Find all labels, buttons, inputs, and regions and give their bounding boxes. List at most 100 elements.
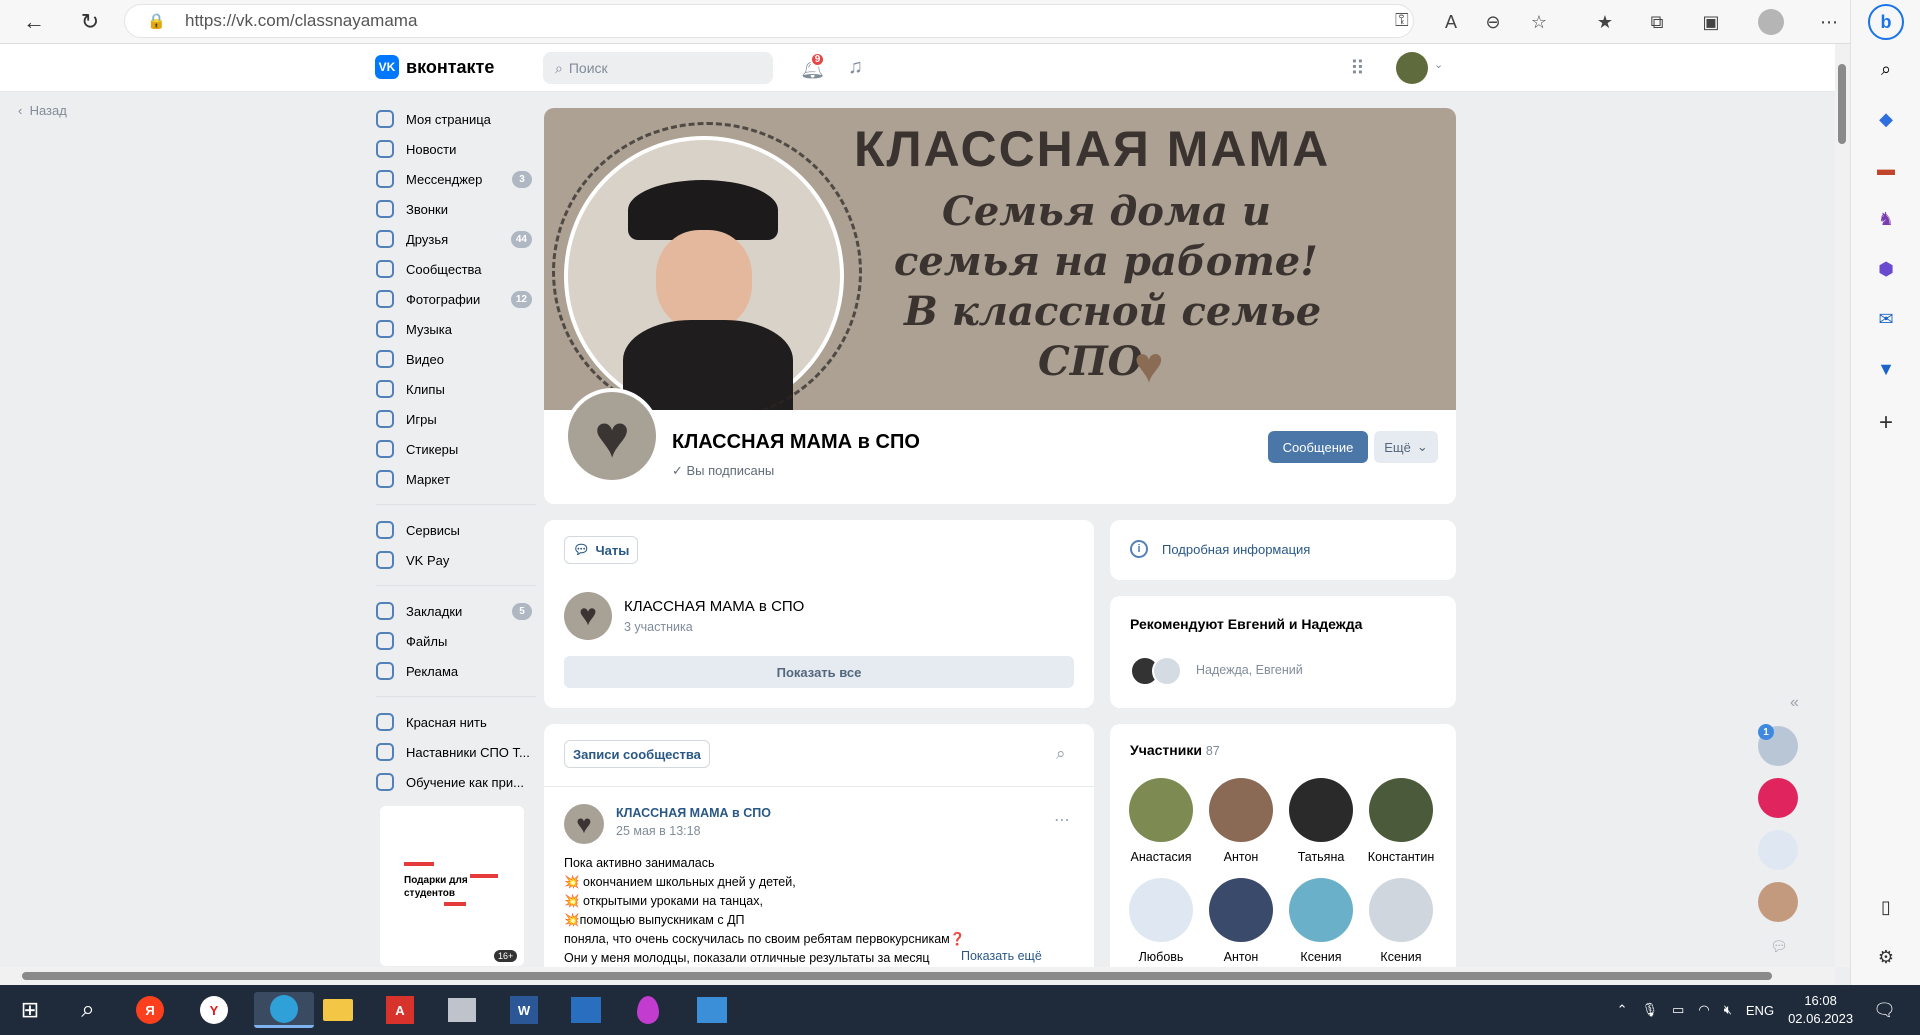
- subscribed-status[interactable]: ✓ Вы подписаны: [672, 463, 774, 479]
- language-indicator[interactable]: ENG: [1746, 1003, 1774, 1018]
- outlook-icon[interactable]: ✉: [1871, 304, 1901, 334]
- vertical-scrollbar[interactable]: [1835, 44, 1850, 967]
- member-item[interactable]: Анастасия: [1126, 778, 1196, 864]
- wifi-icon[interactable]: ◠: [1698, 1002, 1709, 1018]
- file-explorer-icon[interactable]: [323, 999, 353, 1021]
- menu-item[interactable]: Новости: [376, 134, 536, 164]
- microphone-icon[interactable]: 🎙︎: [1642, 1002, 1659, 1018]
- collapse-icon[interactable]: «: [1790, 694, 1799, 712]
- office-icon[interactable]: ⬢: [1871, 254, 1901, 284]
- settings-icon[interactable]: ⚙: [1871, 942, 1901, 972]
- back-link[interactable]: ‹ Назад: [18, 103, 67, 118]
- notifications-icon[interactable]: 🗨︎: [1873, 1000, 1896, 1021]
- search-icon[interactable]: ⌕: [1056, 744, 1066, 764]
- member-item[interactable]: Антон: [1206, 878, 1276, 964]
- menu-item[interactable]: Видео: [376, 344, 536, 374]
- word-icon[interactable]: W: [510, 996, 538, 1024]
- menu-item[interactable]: Обучение как при...: [376, 767, 536, 797]
- contact-avatar[interactable]: [1758, 778, 1798, 818]
- info-card[interactable]: i Подробная информация: [1110, 520, 1456, 580]
- member-item[interactable]: Константин: [1366, 778, 1436, 864]
- ad-banner[interactable]: Подарки для студентов 16+: [380, 806, 524, 966]
- user-avatar[interactable]: [1396, 52, 1428, 84]
- community-avatar[interactable]: ♥: [564, 388, 660, 484]
- menu-item[interactable]: Маркет: [376, 464, 536, 494]
- collections-icon[interactable]: ⧉: [1642, 7, 1672, 37]
- vk-logo[interactable]: VK вконтакте: [375, 55, 494, 79]
- chat-avatar[interactable]: ♥: [564, 592, 612, 640]
- battery-icon[interactable]: ▭: [1672, 1002, 1684, 1018]
- zoom-icon[interactable]: ⊖: [1478, 7, 1508, 37]
- menu-item[interactable]: Друзья 44: [376, 224, 536, 254]
- post-author[interactable]: КЛАССНАЯ МАМА в СПО: [616, 806, 771, 820]
- menu-item[interactable]: Закладки 5: [376, 596, 536, 626]
- menu-item[interactable]: VK Pay: [376, 545, 536, 575]
- search-icon[interactable]: ⌕: [1871, 54, 1901, 84]
- menu-item[interactable]: Сообщества: [376, 254, 536, 284]
- address-bar[interactable]: 🔒 https://vk.com/classnayamama ⚿: [124, 4, 1414, 38]
- menu-item[interactable]: Сервисы: [376, 515, 536, 545]
- member-item[interactable]: Ксения: [1366, 878, 1436, 964]
- more-button[interactable]: Ещё ⌄: [1374, 431, 1438, 463]
- profile-icon[interactable]: [1756, 7, 1786, 37]
- menu-item[interactable]: Клипы: [376, 374, 536, 404]
- menu-item[interactable]: Файлы: [376, 626, 536, 656]
- back-arrow-icon[interactable]: ←: [16, 4, 52, 40]
- menu-item[interactable]: Стикеры: [376, 434, 536, 464]
- add-icon[interactable]: +: [1871, 408, 1901, 438]
- reload-icon[interactable]: ↻: [72, 4, 108, 40]
- games-icon[interactable]: ♞: [1871, 204, 1901, 234]
- yandex-icon[interactable]: Я: [136, 996, 164, 1024]
- member-item[interactable]: Ксения: [1286, 878, 1356, 964]
- menu-item[interactable]: Музыка: [376, 314, 536, 344]
- photos-icon[interactable]: [697, 997, 727, 1023]
- post-menu-icon[interactable]: ⋯: [1054, 810, 1070, 830]
- menu-item[interactable]: Фотографии 12: [376, 284, 536, 314]
- apps-grid-icon[interactable]: ⠿: [1350, 56, 1365, 81]
- chat-bubble-icon[interactable]: 💬︎: [1770, 938, 1788, 955]
- menu-item[interactable]: Наставники СПО Т...: [376, 737, 536, 767]
- member-item[interactable]: Татьяна: [1286, 778, 1356, 864]
- windows-start-icon[interactable]: ⊞: [10, 992, 50, 1028]
- screen-tool-icon[interactable]: [571, 997, 601, 1023]
- menu-item[interactable]: Игры: [376, 404, 536, 434]
- menu-item[interactable]: Мессенджер 3: [376, 164, 536, 194]
- read-aloud-icon[interactable]: A: [1436, 7, 1466, 37]
- scanner-icon[interactable]: [448, 998, 476, 1022]
- shopping-icon[interactable]: ◆: [1871, 104, 1901, 134]
- contact-avatar[interactable]: [1758, 882, 1798, 922]
- search-icon[interactable]: ⌕: [68, 992, 108, 1028]
- volume-muted-icon[interactable]: 🔇︎: [1724, 1002, 1732, 1018]
- message-button[interactable]: Сообщение: [1268, 431, 1368, 463]
- menu-item[interactable]: Красная нить: [376, 707, 536, 737]
- tab-posts[interactable]: Записи сообщества: [564, 740, 710, 768]
- tab-chats[interactable]: 💬︎ Чаты: [564, 536, 639, 564]
- drop-icon[interactable]: ▼: [1871, 354, 1901, 384]
- pdf-icon[interactable]: A: [386, 996, 414, 1024]
- clock[interactable]: 16:08 02.06.2023: [1788, 992, 1853, 1028]
- info-link[interactable]: Подробная информация: [1162, 542, 1310, 557]
- post-date[interactable]: 25 мая в 13:18: [616, 824, 701, 838]
- scroll-thumb[interactable]: [1838, 64, 1846, 144]
- horizontal-scrollbar[interactable]: [0, 967, 1835, 985]
- post-author-avatar[interactable]: ♥: [564, 804, 604, 844]
- bing-icon[interactable]: b: [1868, 4, 1904, 40]
- chevron-up-icon[interactable]: ⌃: [1617, 1002, 1628, 1018]
- tools-icon[interactable]: ▬: [1871, 154, 1901, 184]
- chat-name[interactable]: КЛАССНАЯ МАМА в СПО: [624, 598, 804, 615]
- key-icon[interactable]: ⚿: [1395, 10, 1409, 31]
- paint-drop-icon[interactable]: [637, 996, 659, 1024]
- show-all-button[interactable]: Показать все: [564, 656, 1074, 688]
- show-more-link[interactable]: Показать ещё: [957, 949, 1042, 963]
- friend-avatar[interactable]: [1152, 656, 1182, 686]
- add-favorite-icon[interactable]: ☆: [1524, 7, 1554, 37]
- edge-icon[interactable]: [270, 994, 298, 1023]
- sidebar-toggle-icon[interactable]: ▯: [1871, 892, 1901, 922]
- scroll-thumb[interactable]: [22, 972, 1772, 980]
- vk-search-input[interactable]: ⌕ Поиск: [543, 52, 773, 84]
- favorites-icon[interactable]: ★: [1590, 7, 1620, 37]
- menu-item[interactable]: Звонки: [376, 194, 536, 224]
- music-icon[interactable]: ♫: [848, 56, 863, 79]
- menu-dots-icon[interactable]: ⋯: [1814, 7, 1844, 37]
- members-title[interactable]: Участники 87: [1130, 742, 1220, 758]
